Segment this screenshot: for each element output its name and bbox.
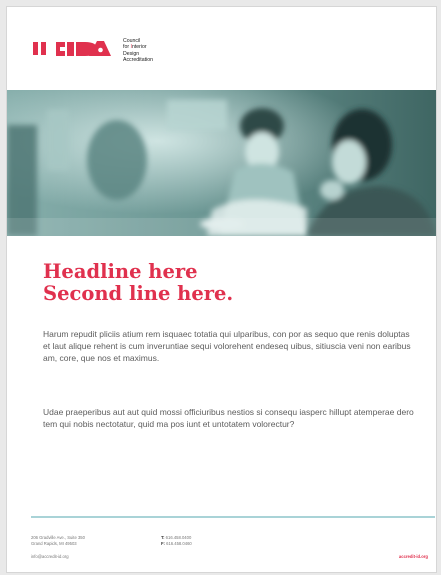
footer-divider bbox=[31, 516, 435, 518]
footer-website-link[interactable]: accredit-id.org bbox=[399, 554, 428, 560]
address-line-2: Grand Rapids, MI 49503 bbox=[31, 541, 77, 546]
footer-phone: T: 616.458.0400 F: 616.458.0460 bbox=[161, 535, 192, 547]
footer-email-link[interactable]: info@accredit-id.org bbox=[31, 554, 69, 560]
headline: Headline here Second line here. bbox=[43, 261, 423, 305]
hero-photo bbox=[7, 90, 436, 236]
headline-line-1: Headline here bbox=[43, 260, 198, 283]
fax-line: F: 616.458.0460 bbox=[161, 541, 192, 546]
logo-wordmark: Council for Interior Design Accreditatio… bbox=[123, 38, 203, 64]
document-page: Council for Interior Design Accreditatio… bbox=[6, 6, 437, 573]
body-paragraph-2: Udae praeperibus aut aut quid mossi offi… bbox=[43, 407, 414, 430]
footer-address: 206 Gradville Ave., Suite 350 Grand Rapi… bbox=[31, 535, 85, 547]
cida-logo-mark bbox=[33, 41, 111, 56]
logo-word-accreditation: Accreditation bbox=[123, 57, 153, 64]
headline-line-2: Second line here. bbox=[43, 282, 234, 305]
body-paragraph-1: Harum repudit pliciis atium rem isquaec … bbox=[43, 329, 411, 364]
